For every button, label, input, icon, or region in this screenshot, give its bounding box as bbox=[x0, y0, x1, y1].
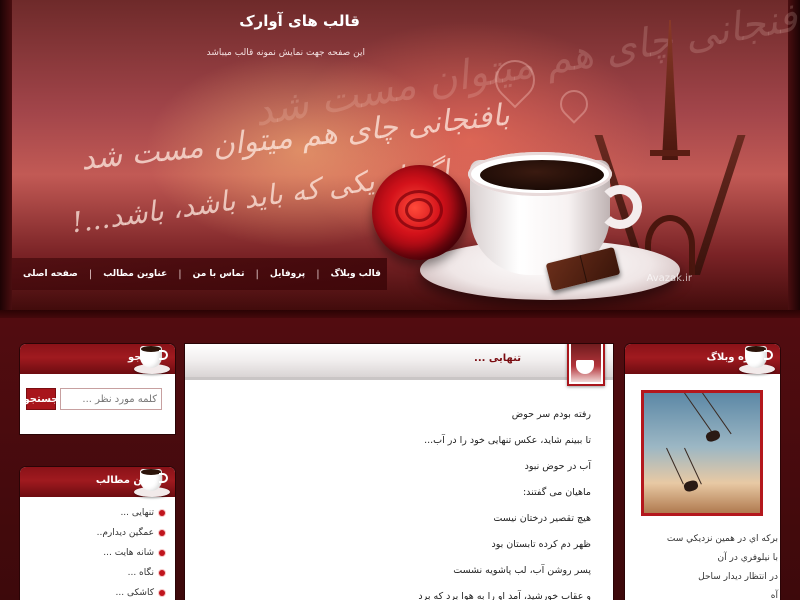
nav-contact[interactable]: تماس با من bbox=[182, 269, 256, 279]
post-header: تنهایی ... bbox=[185, 344, 613, 386]
recent-post-link[interactable]: شانه هایت ... bbox=[20, 543, 165, 563]
coffee-cup-icon bbox=[737, 344, 777, 378]
recent-post-link[interactable]: کاشکی ... bbox=[20, 583, 165, 600]
about-text: برکه اي در همين نزديکي ست با نيلوفري در … bbox=[628, 530, 778, 600]
widget-header: جستجو bbox=[20, 344, 175, 374]
about-line: آه bbox=[770, 591, 778, 600]
nav-separator: | bbox=[178, 268, 182, 280]
nav-separator: | bbox=[255, 268, 259, 280]
about-widget: درباره وبلاگ برکه اي در همين نزديکي ست ب… bbox=[625, 344, 780, 600]
nav-separator: | bbox=[316, 268, 320, 280]
post-line: هیچ تقصیر درختان نیست bbox=[493, 513, 591, 524]
nav-home[interactable]: صفحه اصلی bbox=[12, 269, 89, 279]
about-photo bbox=[641, 390, 763, 516]
widget-header: درباره وبلاگ bbox=[625, 344, 780, 374]
site-subtitle: این صفحه جهت نمایش نمونه قالب میباشد bbox=[206, 48, 365, 58]
search-widget: جستجو جستجو bbox=[20, 344, 175, 434]
post-line: و عقاب خورشید، آمد او را به هوا برد که ب… bbox=[418, 591, 591, 600]
recent-posts-widget: اخرین مطالب تنهایی ... عمگین دیدارم.. شا… bbox=[20, 467, 175, 600]
about-line: در انتظار ديدار ساحل bbox=[698, 572, 778, 582]
nav-blog-template[interactable]: قالب وبلاگ bbox=[320, 269, 392, 279]
site-title[interactable]: قالب های آوارک bbox=[200, 12, 360, 30]
post-line: تا ببینم شاید، عکس تنهایی خود را در آب..… bbox=[424, 435, 591, 446]
main-navigation: صفحه اصلی | عناوین مطالب | تماس با من | … bbox=[12, 258, 387, 290]
header-frame-right bbox=[788, 0, 800, 318]
heart-decoration bbox=[554, 84, 594, 124]
nav-separator: | bbox=[88, 268, 93, 280]
coffee-cup-icon bbox=[132, 467, 172, 501]
post-thumbnail bbox=[567, 344, 605, 386]
eiffel-tower-illustration bbox=[594, 20, 746, 275]
bullet-icon bbox=[159, 590, 165, 596]
post-line: رفته بودم سر حوض bbox=[511, 409, 591, 420]
bullet-icon bbox=[159, 510, 165, 516]
nav-post-titles[interactable]: عناوین مطالب bbox=[92, 269, 178, 279]
post-line: ماهیان می گفتند: bbox=[522, 487, 591, 498]
bullet-icon bbox=[159, 570, 165, 576]
search-button[interactable]: جستجو bbox=[24, 388, 58, 410]
bullet-icon bbox=[159, 550, 165, 556]
about-line: برکه اي در همين نزديکي ست bbox=[666, 534, 778, 544]
post-line: پسر روشن آب، لب پاشویه نشست bbox=[453, 565, 591, 576]
watermark: Avazak.ir bbox=[646, 273, 692, 284]
post-title[interactable]: تنهایی ... bbox=[474, 353, 521, 364]
nav-profile[interactable]: پروفایل bbox=[259, 269, 316, 279]
post-line: آب در حوض نبود bbox=[524, 461, 591, 472]
recent-post-link[interactable]: نگاه ... bbox=[20, 563, 165, 583]
header-banner: بافنجانی چای هم میتوان مست شد قالب های آ… bbox=[0, 0, 800, 318]
recent-post-link[interactable]: تنهایی ... bbox=[20, 503, 165, 523]
header-frame-left bbox=[0, 0, 12, 318]
recent-post-link[interactable]: عمگین دیدارم.. bbox=[20, 523, 165, 543]
widget-header: اخرین مطالب bbox=[20, 467, 175, 497]
bullet-icon bbox=[159, 530, 165, 536]
post-content: رفته بودم سر حوض تا ببینم شاید، عکس تنها… bbox=[185, 380, 613, 600]
post-line: ظهر دم کرده تابستان بود bbox=[491, 539, 591, 550]
coffee-cup-icon bbox=[132, 344, 172, 378]
post-article: تنهایی ... رفته بودم سر حوض تا ببینم شای… bbox=[185, 344, 613, 600]
search-input[interactable] bbox=[60, 388, 162, 410]
about-line: با نيلوفري در آن bbox=[717, 553, 778, 563]
